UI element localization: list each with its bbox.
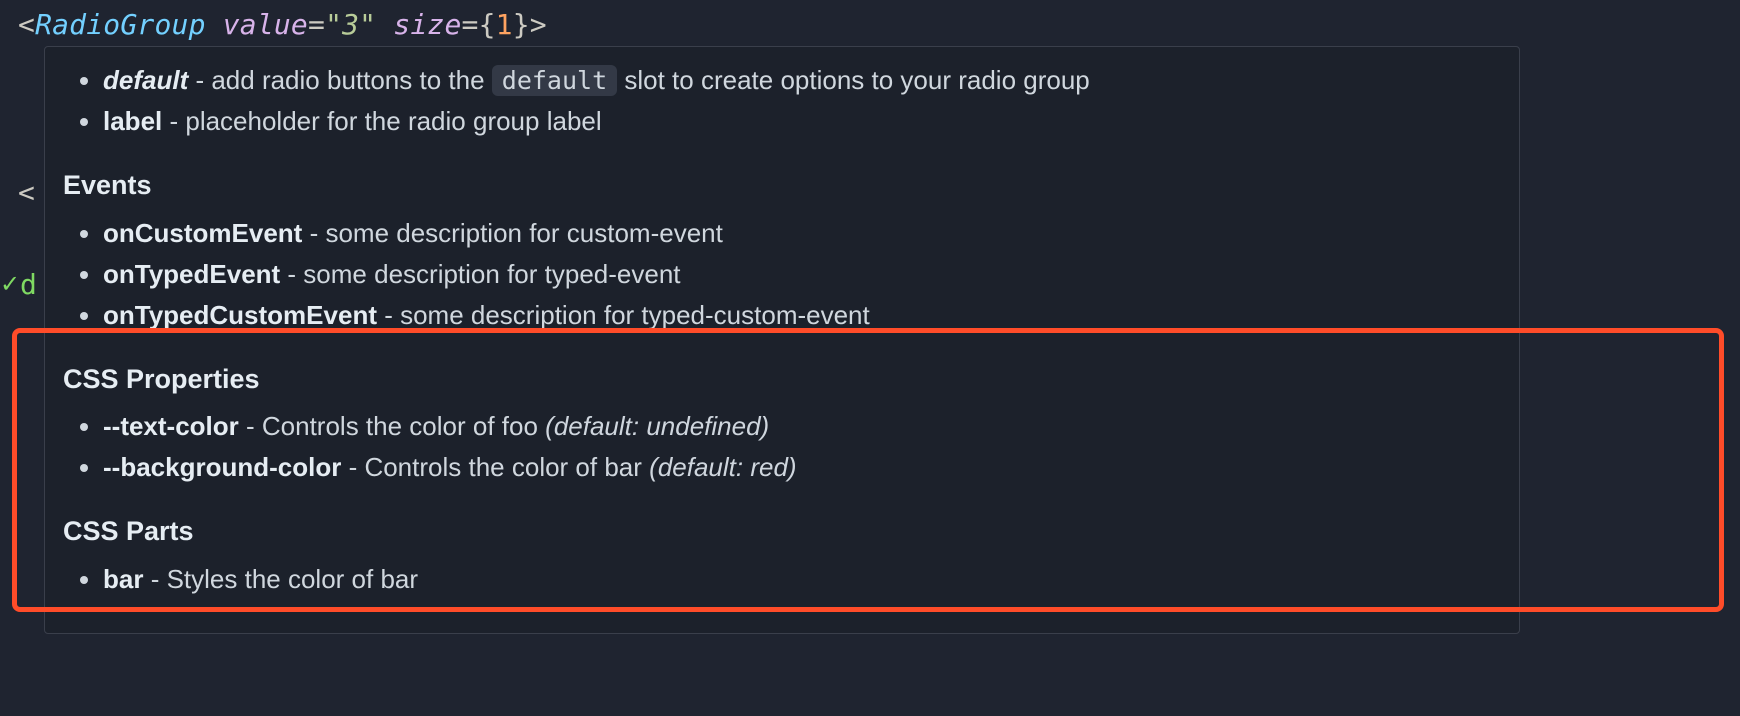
background-char-d: d (20, 268, 37, 301)
section-heading-css-properties: CSS Properties (45, 345, 1519, 404)
slot-desc-post: slot to create options to your radio gro… (617, 65, 1090, 95)
slots-list: default - add radio buttons to the defau… (45, 61, 1519, 141)
css-property-desc: - Controls the color of bar (341, 452, 649, 482)
slot-desc-pre: - add radio buttons to the (188, 65, 492, 95)
css-property-name: --text-color (103, 411, 239, 441)
event-item: onTypedEvent - some description for type… (103, 255, 1519, 294)
section-heading-css-parts: CSS Parts (45, 497, 1519, 556)
css-part-desc: - Styles the color of bar (143, 564, 418, 594)
css-part-name: bar (103, 564, 143, 594)
gutter-check-icon: ✓ (0, 270, 20, 299)
event-item: onTypedCustomEvent - some description fo… (103, 296, 1519, 335)
events-list: onCustomEvent - some description for cus… (45, 214, 1519, 335)
event-name: onTypedEvent (103, 259, 280, 289)
jsx-attr-name-1: value (223, 8, 308, 41)
css-property-item: --background-color - Controls the color … (103, 448, 1519, 487)
slot-name: default (103, 65, 188, 95)
css-property-name: --background-color (103, 452, 341, 482)
jsx-attr-value-2: 1 (496, 8, 513, 41)
slot-item: default - add radio buttons to the defau… (103, 61, 1519, 100)
css-properties-list: --text-color - Controls the color of foo… (45, 407, 1519, 487)
jsx-attr-value-1: "3" (325, 8, 376, 41)
code-line: <RadioGroup value="3" size={1}> (0, 0, 1740, 45)
event-name: onCustomEvent (103, 218, 302, 248)
css-property-default: (default: red) (649, 452, 796, 482)
slot-name: label (103, 106, 162, 136)
css-property-default: (default: undefined) (545, 411, 769, 441)
css-property-desc: - Controls the color of foo (239, 411, 545, 441)
css-part-item: bar - Styles the color of bar (103, 560, 1519, 599)
event-item: onCustomEvent - some description for cus… (103, 214, 1519, 253)
event-desc: - some description for typed-event (280, 259, 680, 289)
intellisense-popover: default - add radio buttons to the defau… (44, 46, 1520, 634)
background-angle: < (18, 176, 35, 209)
event-desc: - some description for typed-custom-even… (377, 300, 870, 330)
jsx-attr-name-2: size (393, 8, 461, 41)
css-parts-list: bar - Styles the color of bar (45, 560, 1519, 599)
css-property-item: --text-color - Controls the color of foo… (103, 407, 1519, 446)
section-heading-events: Events (45, 151, 1519, 210)
jsx-component-name: RadioGroup (35, 8, 206, 41)
slot-code-pill: default (492, 65, 617, 96)
slot-item: label - placeholder for the radio group … (103, 102, 1519, 141)
event-desc: - some description for custom-event (302, 218, 723, 248)
event-name: onTypedCustomEvent (103, 300, 377, 330)
slot-desc: - placeholder for the radio group label (162, 106, 601, 136)
